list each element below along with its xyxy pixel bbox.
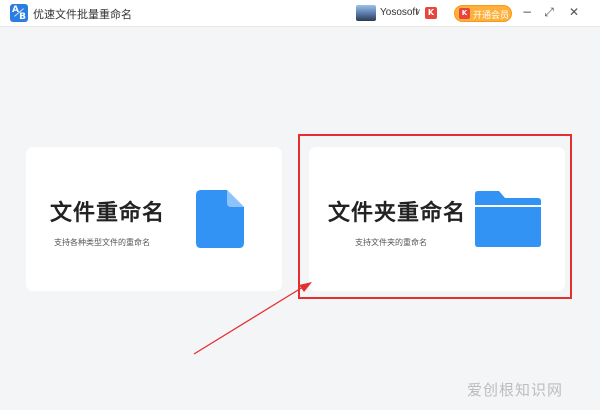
pointer-arrow (193, 282, 312, 355)
watermark: 爱创根知识网 (467, 381, 564, 399)
